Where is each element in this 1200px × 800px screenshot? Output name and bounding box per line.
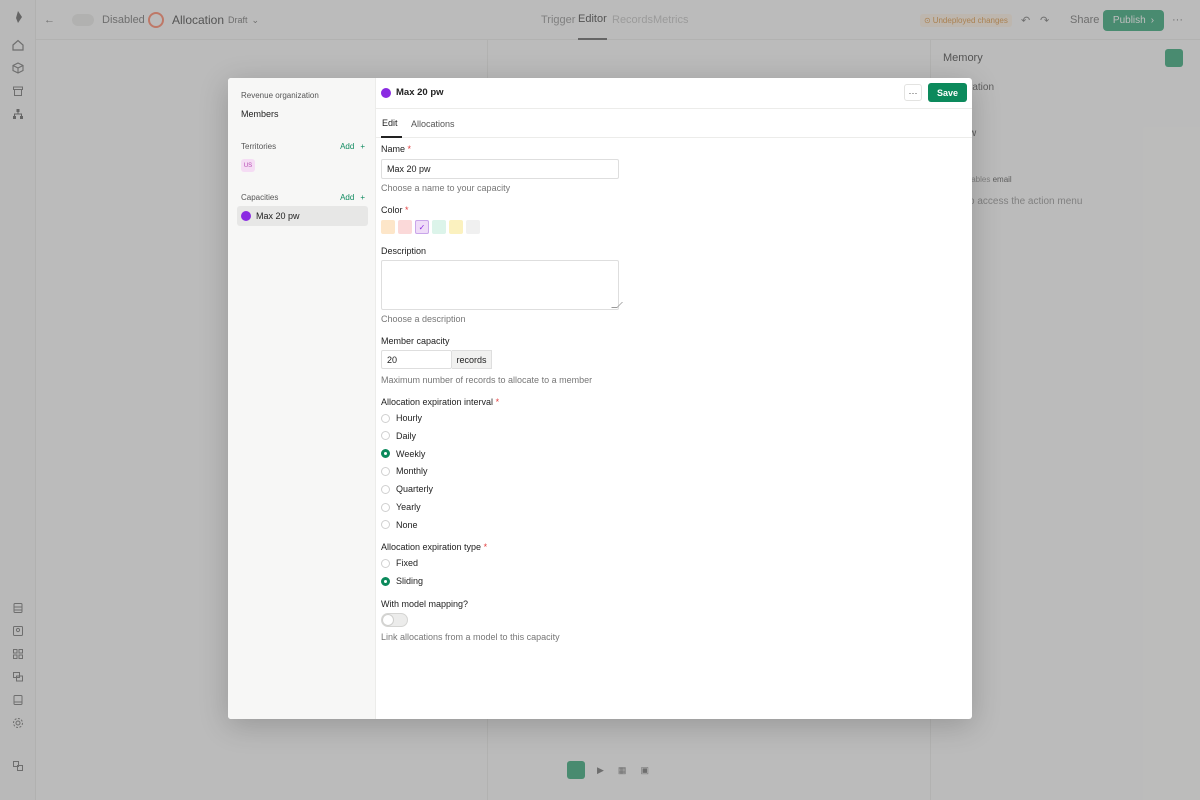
territories-label: Territories bbox=[241, 142, 277, 151]
capacity-label: Member capacity bbox=[381, 336, 450, 346]
ellipsis-icon: ··· bbox=[908, 87, 918, 98]
capacity-item[interactable]: Max 20 pw bbox=[237, 206, 368, 226]
modal-header: Max 20 pw ··· Save bbox=[376, 78, 972, 109]
plus-icon: + bbox=[360, 193, 365, 202]
radio-circle[interactable] bbox=[381, 431, 390, 441]
radio-label: None bbox=[396, 519, 418, 530]
toggle-knob bbox=[382, 614, 394, 626]
tab-edit[interactable]: Edit bbox=[381, 109, 402, 138]
radio-circle[interactable] bbox=[381, 520, 390, 530]
capacity-unit: records bbox=[452, 350, 492, 369]
radio-label: Fixed bbox=[396, 558, 419, 568]
capacity-item-label: Max 20 pw bbox=[256, 211, 300, 221]
capacity-color-dot bbox=[241, 211, 251, 221]
org-label: Revenue organization bbox=[241, 91, 319, 100]
color-swatch[interactable] bbox=[381, 220, 395, 234]
interval-radio-yearly[interactable]: Yearly bbox=[381, 500, 421, 514]
modal-title-text: Max 20 pw bbox=[396, 87, 444, 98]
modal-title: Max 20 pw bbox=[381, 87, 444, 98]
radio-label: Daily bbox=[396, 430, 417, 441]
more-options-button[interactable]: ··· bbox=[904, 84, 922, 101]
color-label: Color * bbox=[381, 205, 409, 215]
resize-handle[interactable] bbox=[611, 302, 623, 308]
type-label: Allocation expiration type * bbox=[381, 542, 488, 552]
capacity-input[interactable]: 20 bbox=[381, 350, 452, 369]
description-label: Description bbox=[381, 246, 427, 256]
capacity-help: Maximum number of records to allocate to… bbox=[381, 375, 593, 385]
interval-radio-monthly[interactable]: Monthly bbox=[381, 464, 428, 478]
type-radio-fixed[interactable]: Fixed bbox=[381, 556, 418, 570]
interval-radio-hourly[interactable]: Hourly bbox=[381, 411, 422, 425]
interval-radio-weekly[interactable]: Weekly bbox=[381, 447, 425, 461]
interval-radio-none[interactable]: None bbox=[381, 518, 418, 532]
modal-tabs: Edit Allocations bbox=[376, 109, 972, 138]
radio-label: Weekly bbox=[396, 448, 426, 459]
radio-label: Quarterly bbox=[396, 484, 434, 495]
plus-icon: + bbox=[360, 142, 365, 151]
color-swatch[interactable]: ✓ bbox=[415, 220, 429, 234]
tab-allocations[interactable]: Allocations bbox=[411, 109, 455, 138]
radio-circle[interactable] bbox=[381, 449, 390, 459]
radio-label: Hourly bbox=[396, 413, 423, 423]
mapping-toggle[interactable] bbox=[381, 613, 408, 627]
interval-radio-quarterly[interactable]: Quarterly bbox=[381, 482, 433, 496]
modal-sidebar: Revenue organization Members Territories… bbox=[228, 78, 376, 719]
mapping-label: With model mapping? bbox=[381, 599, 469, 609]
radio-circle[interactable] bbox=[381, 466, 390, 476]
add-territory-button[interactable]: Add + bbox=[340, 142, 365, 151]
radio-circle[interactable] bbox=[381, 558, 390, 568]
interval-radio-daily[interactable]: Daily bbox=[381, 429, 416, 443]
color-swatch[interactable] bbox=[449, 220, 463, 234]
capacity-modal: Revenue organization Members Territories… bbox=[228, 78, 972, 719]
save-button[interactable]: Save bbox=[928, 83, 967, 102]
mapping-help: Link allocations from a model to this ca… bbox=[381, 632, 560, 642]
radio-label: Yearly bbox=[396, 502, 421, 512]
capacities-label: Capacities bbox=[241, 193, 279, 202]
type-radio-sliding[interactable]: Sliding bbox=[381, 574, 423, 588]
members-link[interactable]: Members bbox=[241, 109, 279, 119]
description-textarea[interactable] bbox=[381, 260, 623, 310]
color-swatch[interactable] bbox=[432, 220, 446, 234]
radio-label: Sliding bbox=[396, 576, 424, 586]
description-help: Choose a description bbox=[381, 314, 466, 324]
name-label: Name * bbox=[381, 144, 412, 154]
territory-chip[interactable]: US bbox=[241, 159, 255, 172]
add-capacity-button[interactable]: Add + bbox=[340, 193, 365, 202]
radio-circle[interactable] bbox=[381, 413, 390, 423]
radio-circle[interactable] bbox=[381, 502, 390, 512]
radio-label: Monthly bbox=[396, 466, 428, 477]
name-help: Choose a name to your capacity bbox=[381, 183, 511, 193]
color-swatch[interactable] bbox=[398, 220, 412, 234]
interval-label: Allocation expiration interval * bbox=[381, 397, 500, 407]
name-input[interactable]: Max 20 pw bbox=[381, 159, 619, 179]
radio-circle[interactable] bbox=[381, 484, 390, 494]
modal-main: Max 20 pw ··· Save Edit Allocations Name… bbox=[376, 78, 972, 719]
color-swatch[interactable] bbox=[466, 220, 480, 234]
radio-circle[interactable] bbox=[381, 576, 390, 586]
capacity-color-dot bbox=[381, 87, 391, 98]
